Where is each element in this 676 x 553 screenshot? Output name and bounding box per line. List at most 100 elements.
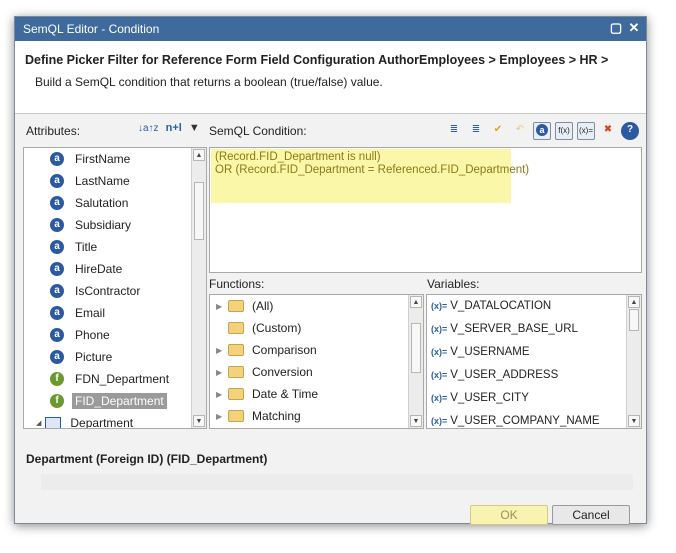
outdent-icon[interactable]: ≣ — [467, 122, 485, 140]
indent-icon[interactable]: ≣ — [445, 122, 463, 140]
undo-icon[interactable]: ↶ — [511, 122, 529, 140]
attribute-label: FID_Department — [72, 393, 167, 409]
function-category-item[interactable]: (Custom) — [216, 317, 301, 339]
expand-icon[interactable]: ▶ — [216, 390, 224, 399]
attribute-item[interactable]: a Title — [50, 236, 100, 258]
sort-nl-button[interactable]: n+l — [166, 122, 182, 134]
attribute-item[interactable]: f FDN_Department — [50, 368, 172, 390]
function-category-item[interactable]: ▶ (All) — [216, 295, 273, 317]
function-category-item[interactable]: ▶ Matching — [216, 405, 301, 427]
expand-icon[interactable]: ◢ — [36, 419, 41, 427]
variable-label: V_USER_COMPANY_NAME — [450, 415, 600, 427]
folder-icon — [228, 388, 244, 400]
attribute-label: Subsidiary — [75, 218, 132, 232]
attribute-label: Picture — [75, 350, 113, 364]
folder-icon — [228, 322, 244, 334]
attribute-icon: a — [50, 306, 64, 320]
attribute-item[interactable]: ◢ Department — [36, 412, 136, 428]
variable-label: V_USERNAME — [450, 346, 530, 358]
functions-list[interactable]: ▶ (All) (Custom) ▶ Comparison ▶ Conversion ▶ Dat… — [209, 294, 424, 429]
expand-icon[interactable]: ▶ — [216, 412, 224, 421]
variable-item[interactable]: (x)= V_USER_COMPANY_NAME — [431, 410, 600, 428]
variables-toggle-icon[interactable]: (x)= — [577, 122, 595, 140]
attribute-icon: a — [50, 240, 64, 254]
scroll-down-icon[interactable]: ▼ — [193, 415, 205, 427]
function-category-item[interactable]: ▶ Comparison — [216, 339, 317, 361]
scroll-thumb[interactable] — [629, 309, 639, 331]
functions-scrollbar[interactable]: ▲ ▼ — [408, 295, 423, 428]
attribute-item[interactable]: a Phone — [50, 324, 113, 346]
attribute-item[interactable]: a Picture — [50, 346, 115, 368]
maximize-icon[interactable]: ▢ — [609, 21, 623, 35]
attribute-item[interactable]: f FID_Department — [50, 390, 167, 412]
function-category-item[interactable]: ▶ Conversion — [216, 361, 313, 383]
cancel-button[interactable]: Cancel — [552, 505, 630, 525]
attributes-toggle-icon[interactable]: a — [533, 122, 551, 140]
variable-icon: (x)= — [431, 416, 448, 426]
functions-toggle-icon[interactable]: f(x) — [555, 122, 573, 140]
attribute-icon: a — [50, 262, 64, 276]
chevron-down-icon[interactable]: ▼ — [189, 122, 200, 134]
attribute-icon: a — [50, 350, 64, 364]
function-category-label: (All) — [252, 299, 274, 313]
expand-icon[interactable]: ▶ — [216, 302, 224, 311]
dialog-body: Attributes: ↓a↑z n+l ▼ a FirstName a LastNa… — [15, 114, 646, 525]
foreign-attribute-icon: f — [50, 394, 64, 408]
attribute-label: HireDate — [75, 262, 123, 276]
attribute-icon: a — [50, 174, 64, 188]
variables-list[interactable]: (x)= V_DATALOCATION (x)= V_SERVER_BASE_URL(… — [426, 294, 642, 429]
attributes-scrollbar[interactable]: ▲ ▼ — [191, 148, 206, 428]
titlebar: SemQL Editor - Condition ▢ ✕ — [15, 17, 646, 41]
attributes-label: Attributes: — [26, 124, 81, 138]
function-category-item[interactable]: ▶ Date & Time — [216, 383, 318, 405]
expand-icon[interactable]: ▶ — [216, 368, 224, 377]
attribute-label: IsContractor — [75, 284, 141, 298]
scroll-thumb[interactable] — [194, 182, 204, 240]
folder-icon — [228, 366, 244, 378]
condition-label: SemQL Condition: — [209, 124, 307, 138]
variables-scrollbar[interactable]: ▲ ▼ — [626, 295, 641, 428]
variable-item[interactable]: (x)= V_SERVER_BASE_URL — [431, 318, 578, 340]
condition-editor[interactable]: (Record.FID_Department is null) OR (Reco… — [209, 147, 642, 273]
attribute-label: Title — [75, 240, 98, 254]
attribute-icon: a — [50, 328, 64, 342]
variable-label: V_SERVER_BASE_URL — [450, 323, 578, 335]
sort-az-icon[interactable]: ↓a↑z — [138, 123, 159, 134]
attributes-tools: ↓a↑z n+l ▼ — [138, 122, 200, 134]
close-icon[interactable]: ✕ — [627, 21, 641, 35]
variable-label: V_USER_ADDRESS — [450, 369, 559, 381]
clear-icon[interactable]: ✖ — [599, 122, 617, 140]
attribute-item[interactable]: a IsContractor — [50, 280, 143, 302]
dialog-heading: Define Picker Filter for Reference Form … — [25, 53, 609, 67]
variable-item[interactable]: (x)= V_USER_ADDRESS — [431, 364, 558, 386]
attribute-icon: a — [50, 152, 64, 166]
attribute-label: Email — [75, 306, 106, 320]
validate-icon[interactable]: ✔ — [489, 122, 507, 140]
scroll-up-icon[interactable]: ▲ — [410, 296, 422, 308]
window-title: SemQL Editor - Condition — [23, 22, 160, 36]
variable-item[interactable]: (x)= V_DATALOCATION — [431, 295, 551, 317]
scroll-up-icon[interactable]: ▲ — [193, 149, 205, 161]
status-description — [41, 474, 633, 490]
attribute-item[interactable]: a FirstName — [50, 148, 133, 170]
variable-item[interactable]: (x)= V_USER_CITY — [431, 387, 529, 409]
attribute-item[interactable]: a HireDate — [50, 258, 125, 280]
expand-icon[interactable]: ▶ — [216, 346, 224, 355]
attribute-label: Phone — [75, 328, 110, 342]
variable-icon: (x)= — [431, 393, 448, 403]
scroll-down-icon[interactable]: ▼ — [410, 415, 422, 427]
ok-button[interactable]: OK — [470, 505, 548, 525]
variable-item[interactable]: (x)= V_USERNAME — [431, 341, 530, 363]
scroll-up-icon[interactable]: ▲ — [628, 296, 640, 308]
condition-code: (Record.FID_Department is null) OR (Reco… — [211, 149, 529, 203]
attribute-label: Salutation — [75, 196, 129, 210]
scroll-down-icon[interactable]: ▼ — [628, 415, 640, 427]
attribute-item[interactable]: a Subsidiary — [50, 214, 134, 236]
function-category-label: Matching — [252, 409, 301, 423]
attribute-item[interactable]: a LastName — [50, 170, 133, 192]
attribute-item[interactable]: a Email — [50, 302, 108, 324]
scroll-thumb[interactable] — [411, 323, 421, 373]
attributes-list[interactable]: a FirstName a LastName a Salutation a Subsidiar… — [23, 147, 207, 429]
attribute-item[interactable]: a Salutation — [50, 192, 131, 214]
help-icon[interactable]: ? — [621, 122, 639, 140]
